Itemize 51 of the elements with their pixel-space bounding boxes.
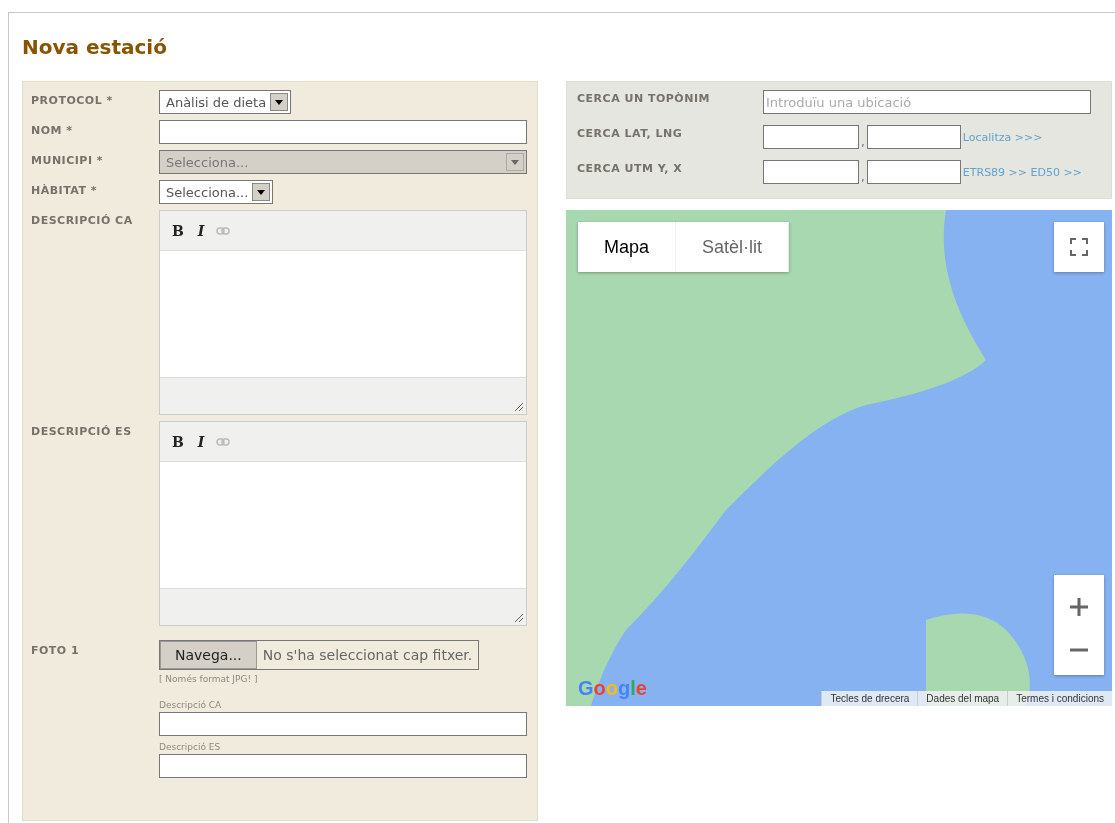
dropdown[interactable]: Anàlisi de dieta	[159, 90, 292, 114]
field-label: DESCRIPCIÓ ES	[31, 424, 133, 439]
map-attribution-link[interactable]: Tecles de drecera	[821, 691, 918, 706]
separator: ,	[861, 170, 865, 184]
caret-icon	[270, 93, 289, 111]
field-label: PROTOCOL *	[31, 93, 114, 108]
fullscreen-button[interactable]	[1054, 222, 1104, 272]
map-type-tab[interactable]: Satèl·lit	[676, 222, 790, 272]
text-input[interactable]	[159, 120, 527, 144]
zoom-out-icon[interactable]	[1070, 648, 1088, 652]
caption-input[interactable]	[159, 754, 527, 778]
map-attribution-link[interactable]: Termes i condicions	[1007, 691, 1112, 706]
search-label: CERCA UN TOPÒNIM	[577, 91, 711, 106]
map-logo: Google	[578, 677, 647, 700]
coordinate-input[interactable]	[763, 125, 859, 149]
separator: ,	[861, 135, 865, 149]
rich-text-editor[interactable]: B I	[159, 210, 527, 415]
caption-label: Descripció CA	[159, 700, 223, 710]
place-search-field[interactable]: Introduïu una ubicació	[763, 90, 1091, 114]
caret-icon	[506, 153, 524, 171]
resize-handle-icon[interactable]	[513, 612, 523, 622]
coordinate-input[interactable]	[866, 160, 961, 184]
italic-button[interactable]: I	[195, 222, 207, 239]
italic-button[interactable]: I	[195, 433, 207, 450]
browse-button[interactable]: Navega...	[160, 641, 257, 669]
field-label: MUNICIPI *	[31, 153, 105, 168]
coordinate-input[interactable]	[763, 160, 859, 184]
field-label: NOM *	[31, 123, 74, 138]
field-label: DESCRIPCIÓ CA	[31, 213, 134, 228]
search-label: CERCA LAT, LNG	[577, 126, 684, 141]
caption-input[interactable]	[159, 712, 527, 736]
file-field[interactable]: Navega... No s'ha seleccionat cap fitxer.	[159, 640, 480, 670]
zoom-in-icon[interactable]	[1070, 598, 1088, 616]
bold-button[interactable]: B	[170, 433, 186, 450]
map-attribution-link[interactable]: Dades del mapa	[917, 691, 1008, 706]
format-hint: [ Només format JPG! ]	[159, 674, 259, 684]
map-view[interactable]: Mapa Satèl·lit Google Tecles de drecera Dades del mapa Termes i condicions	[566, 210, 1112, 706]
caption-label: Descripció ES	[159, 742, 222, 752]
caret-icon	[252, 183, 271, 201]
coordinate-input[interactable]	[866, 125, 961, 149]
page-title: Nova estació	[22, 35, 168, 59]
fullscreen-icon	[1070, 238, 1088, 256]
bold-button[interactable]: B	[170, 222, 186, 239]
search-label: CERCA UTM Y, X	[577, 161, 684, 176]
field-label: FOTO 1	[31, 643, 81, 658]
file-status: No s'ha seleccionat cap fitxer.	[261, 647, 474, 663]
field-label: HÀBITAT *	[31, 183, 99, 198]
rich-text-editor[interactable]: B I	[159, 421, 527, 626]
map-type-tab[interactable]: Mapa	[578, 222, 677, 272]
resize-handle-icon[interactable]	[513, 401, 523, 411]
dropdown[interactable]: Selecciona...	[159, 180, 274, 204]
